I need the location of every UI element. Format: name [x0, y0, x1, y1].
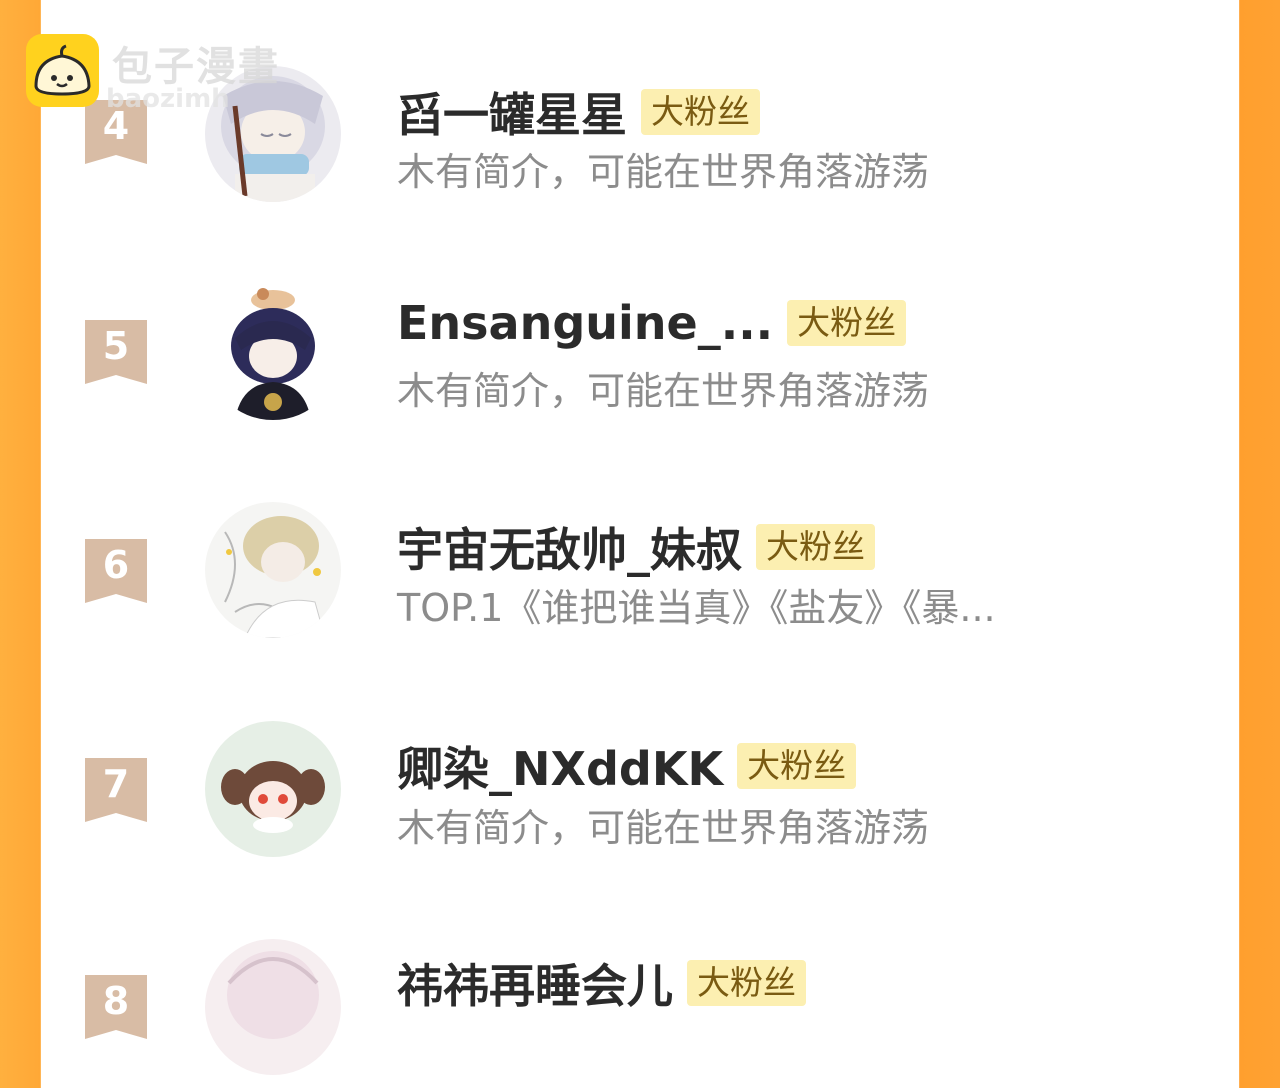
rank-number: 8 [102, 979, 130, 1023]
fan-badge: 大粉丝 [641, 89, 760, 135]
bun-logo-icon [26, 34, 99, 107]
avatar[interactable] [205, 721, 341, 857]
rank-ribbon: 8 [85, 975, 147, 1039]
site-watermark: 包子漫畫 baozimh [26, 34, 326, 114]
list-item[interactable]: 6 宇宙无敌帅_妹叔 大粉丝 TOP.1《谁把谁当真》《盐友》《暴... [41, 500, 1239, 650]
user-name[interactable]: 祎祎再睡会儿 [397, 959, 673, 1013]
fan-ranking-panel: 4 舀一罐星星 大粉丝 木有简介，可能在世界角落游荡 5 Ensanguine_… [41, 0, 1239, 1075]
user-name[interactable]: 宇宙无敌帅_妹叔 [397, 523, 742, 577]
avatar[interactable] [205, 939, 341, 1075]
rank-ribbon: 6 [85, 539, 147, 603]
user-name-line: 舀一罐星星 大粉丝 [397, 79, 760, 142]
user-name[interactable]: 卿染_NXddKK [397, 742, 723, 796]
avatar[interactable] [205, 502, 341, 638]
user-bio: 木有简介，可能在世界角落游荡 [397, 806, 930, 850]
watermark-domain: baozimh [106, 84, 230, 114]
user-bio: 木有简介，可能在世界角落游荡 [397, 150, 930, 194]
user-name-line: Ensanguine_... 大粉丝 [397, 296, 907, 352]
user-bio: 木有简介，可能在世界角落游荡 [397, 369, 930, 413]
rank-number: 6 [102, 543, 130, 587]
user-name-line: 卿染_NXddKK 大粉丝 [397, 733, 857, 796]
avatar[interactable] [205, 284, 341, 420]
rank-number: 7 [102, 762, 130, 806]
user-name-line: 宇宙无敌帅_妹叔 大粉丝 [397, 514, 875, 577]
fan-badge: 大粉丝 [787, 300, 907, 346]
rank-ribbon: 7 [85, 758, 147, 822]
list-item[interactable]: 5 Ensanguine_... 大粉丝 木有简介，可能在世界角落游荡 [41, 282, 1239, 432]
user-name[interactable]: 舀一罐星星 [397, 88, 627, 142]
list-item[interactable]: 8 祎祎再睡会儿 大粉丝 [41, 938, 1239, 1088]
user-name-line: 祎祎再睡会儿 大粉丝 [397, 950, 806, 1013]
rank-ribbon: 5 [85, 320, 147, 384]
rank-number: 5 [102, 324, 130, 368]
list-item[interactable]: 7 卿染_NXddKK 大粉丝 木有简介，可能在世界角落游荡 [41, 720, 1239, 870]
fan-badge: 大粉丝 [737, 743, 857, 789]
user-name[interactable]: Ensanguine_... [397, 296, 773, 350]
fan-badge: 大粉丝 [756, 524, 875, 570]
user-bio: TOP.1《谁把谁当真》《盐友》《暴... [397, 586, 996, 630]
fan-badge: 大粉丝 [687, 960, 806, 1006]
